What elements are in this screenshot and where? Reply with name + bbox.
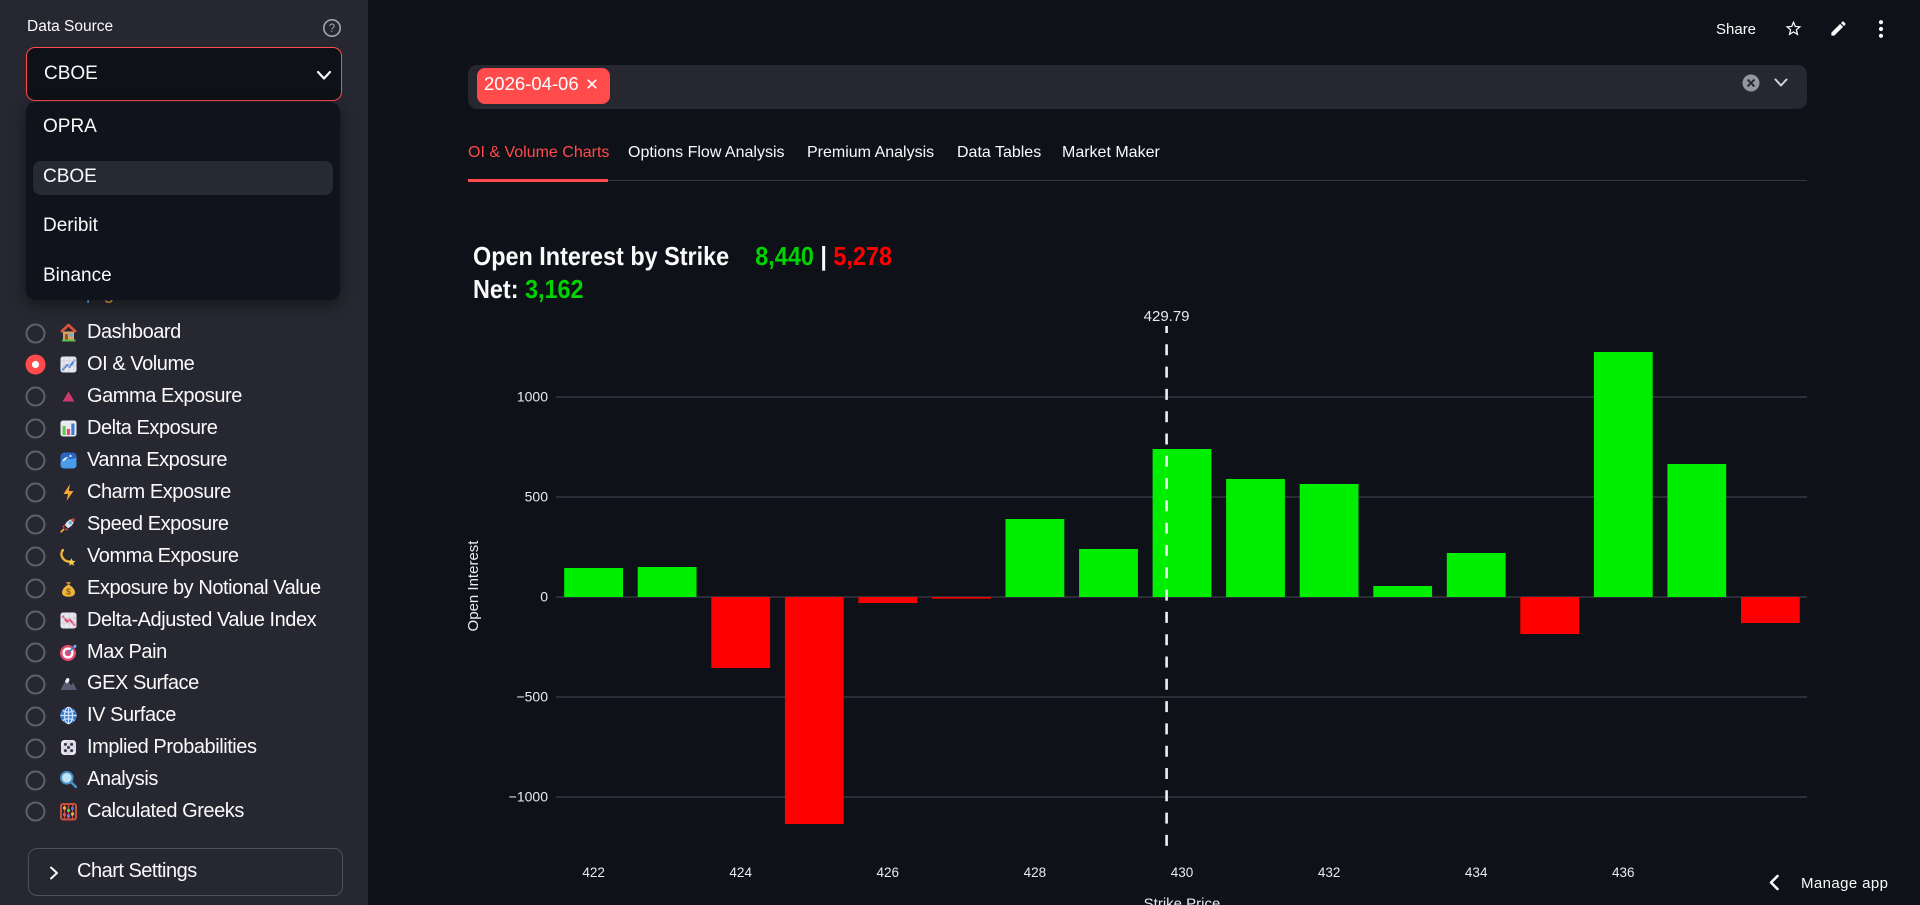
svg-text:424: 424 xyxy=(729,865,752,880)
svg-text:429.79: 429.79 xyxy=(1144,308,1190,325)
svg-text:−500: −500 xyxy=(516,689,548,705)
svg-text:432: 432 xyxy=(1318,865,1341,880)
svg-text:434: 434 xyxy=(1465,865,1488,880)
svg-text:428: 428 xyxy=(1024,865,1047,880)
svg-text:422: 422 xyxy=(582,865,605,880)
svg-text:430: 430 xyxy=(1171,865,1194,880)
svg-text:Open Interest: Open Interest xyxy=(465,540,482,632)
svg-text:−1000: −1000 xyxy=(509,789,549,805)
svg-text:500: 500 xyxy=(525,489,549,505)
svg-text:436: 436 xyxy=(1612,865,1635,880)
svg-text:$: $ xyxy=(66,586,71,596)
svg-text:1000: 1000 xyxy=(517,389,548,405)
svg-text:426: 426 xyxy=(877,865,900,880)
svg-text:0: 0 xyxy=(540,589,548,605)
svg-text:?: ? xyxy=(329,23,335,35)
svg-text:Strike Price: Strike Price xyxy=(1144,896,1221,905)
